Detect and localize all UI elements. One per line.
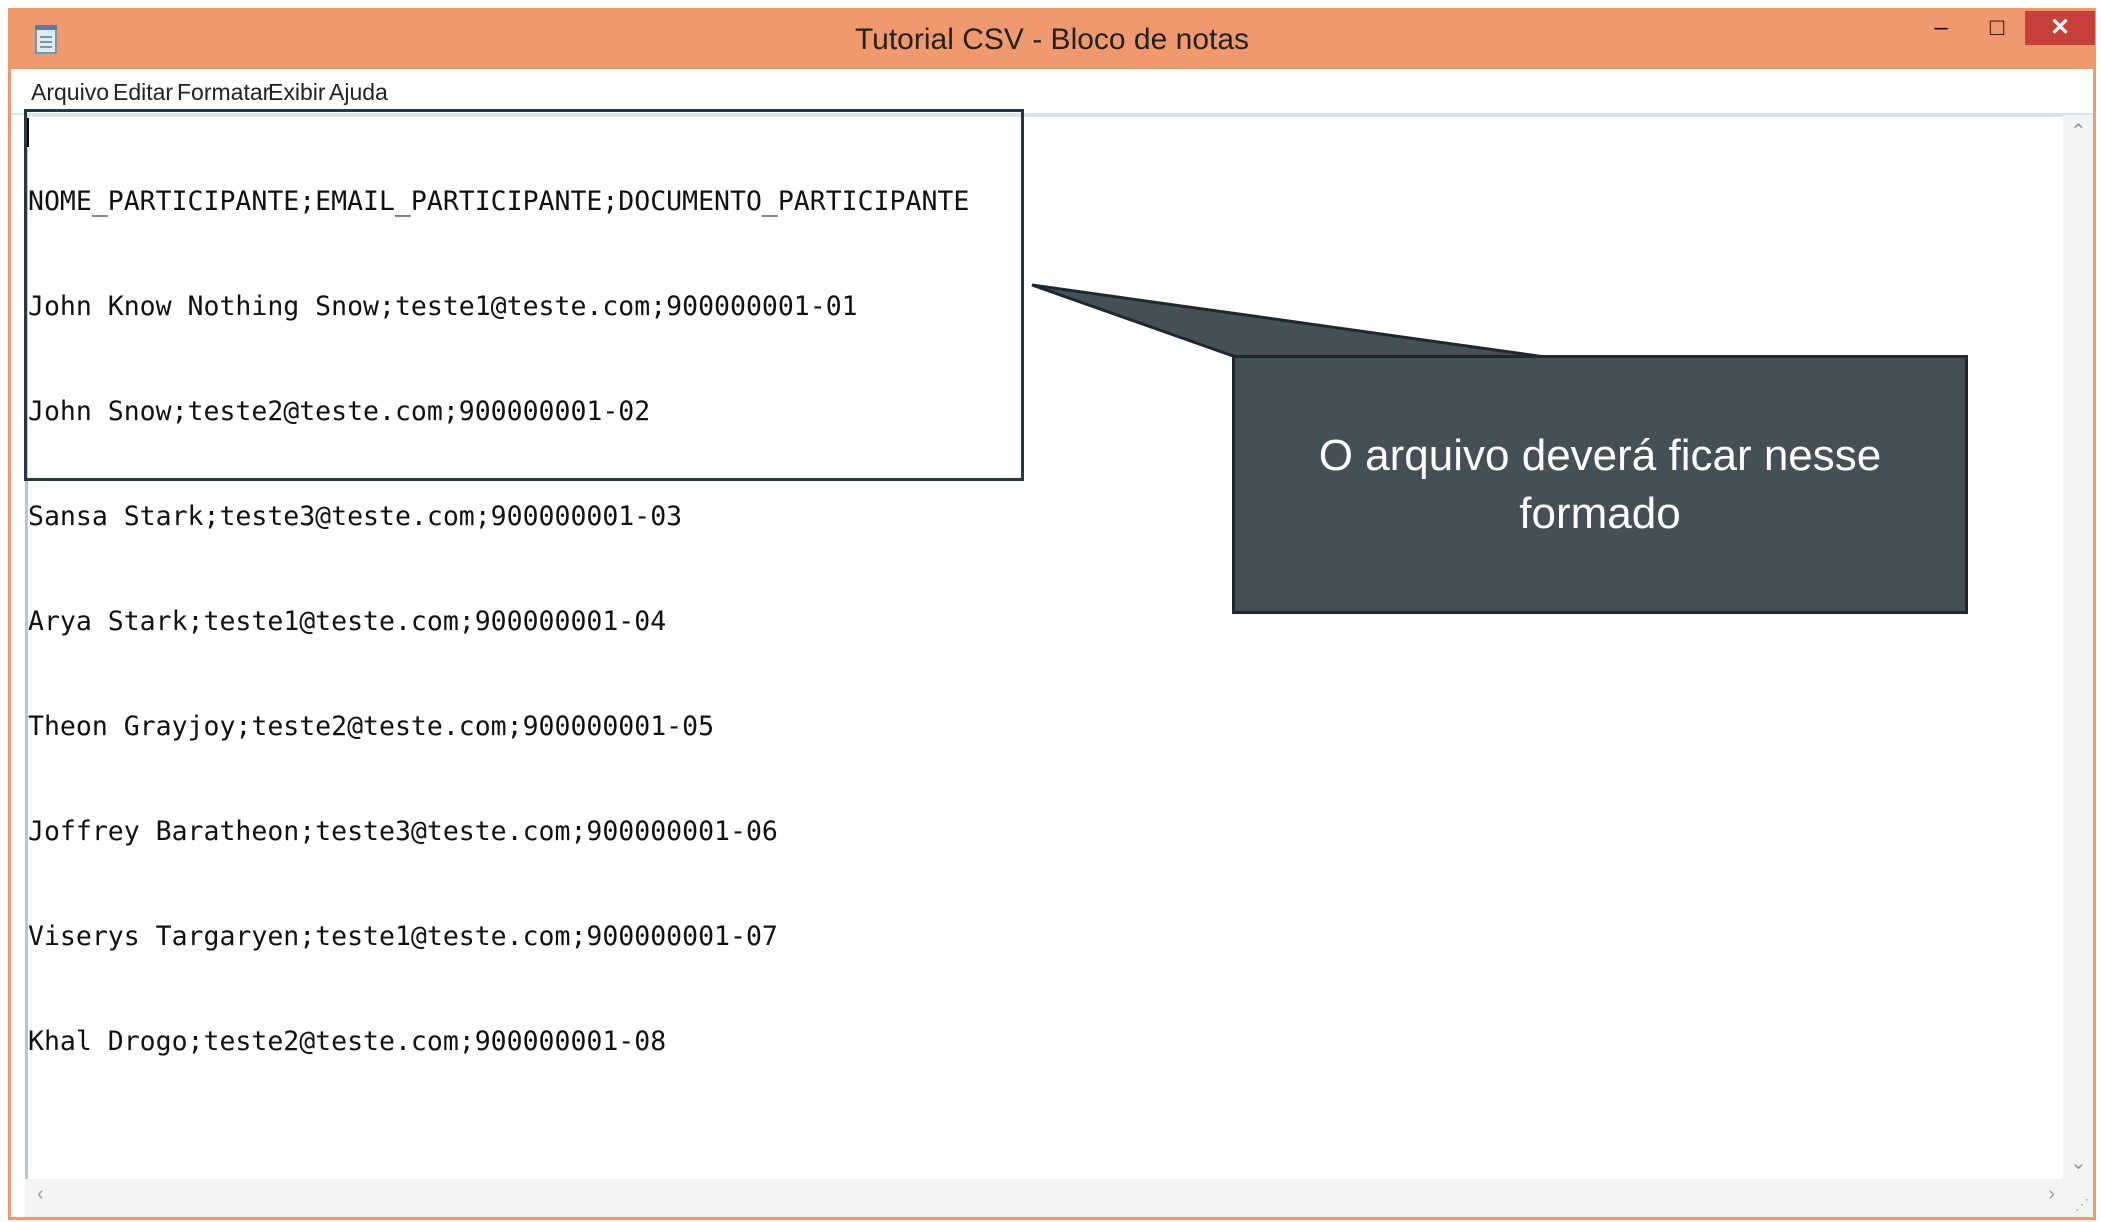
csv-line: John Snow;teste2@teste.com;900000001-02 (28, 396, 651, 427)
csv-content[interactable]: NOME_PARTICIPANTE;EMAIL_PARTICIPANTE;DOC… (28, 114, 969, 1094)
title-bar[interactable]: Tutorial CSV - Bloco de notas – □ ✕ (11, 11, 2095, 69)
csv-line: Khal Drogo;teste2@teste.com;900000001-08 (28, 1026, 667, 1057)
scroll-down-icon[interactable]: ⌄ (2070, 1150, 2087, 1175)
csv-line: Arya Stark;teste1@teste.com;900000001-04 (28, 606, 667, 637)
text-caret (27, 118, 29, 147)
scroll-left-icon[interactable]: ‹ (37, 1183, 44, 1206)
callout-text: O arquivo deverá ficar nesse formado (1318, 430, 1882, 538)
minimize-button[interactable]: – (1913, 11, 1969, 45)
annotation-callout: O arquivo deverá ficar nesse formado (1232, 355, 1968, 614)
close-button[interactable]: ✕ (2025, 11, 2095, 45)
csv-line: Sansa Stark;teste3@teste.com;900000001-0… (28, 501, 683, 532)
window-title: Tutorial CSV - Bloco de notas (854, 23, 1250, 56)
csv-line: Joffrey Baratheon;teste3@teste.com;90000… (28, 816, 778, 847)
scroll-up-icon[interactable]: ⌃ (2070, 119, 2087, 144)
horizontal-scrollbar[interactable]: ‹ › ⋰ (25, 1179, 2093, 1217)
scroll-right-icon[interactable]: › (2048, 1183, 2055, 1206)
csv-line: Viserys Targaryen;teste1@teste.com;90000… (28, 921, 778, 952)
maximize-button[interactable]: □ (1969, 11, 2025, 45)
resize-grip-icon[interactable]: ⋰ (2075, 1196, 2089, 1213)
csv-line: John Know Nothing Snow;teste1@teste.com;… (28, 291, 858, 322)
vertical-scrollbar[interactable]: ⌃ ⌄ (2063, 115, 2093, 1183)
csv-line: Theon Grayjoy;teste2@teste.com;900000001… (28, 711, 715, 742)
csv-line-header: NOME_PARTICIPANTE;EMAIL_PARTICIPANTE;DOC… (28, 186, 970, 217)
